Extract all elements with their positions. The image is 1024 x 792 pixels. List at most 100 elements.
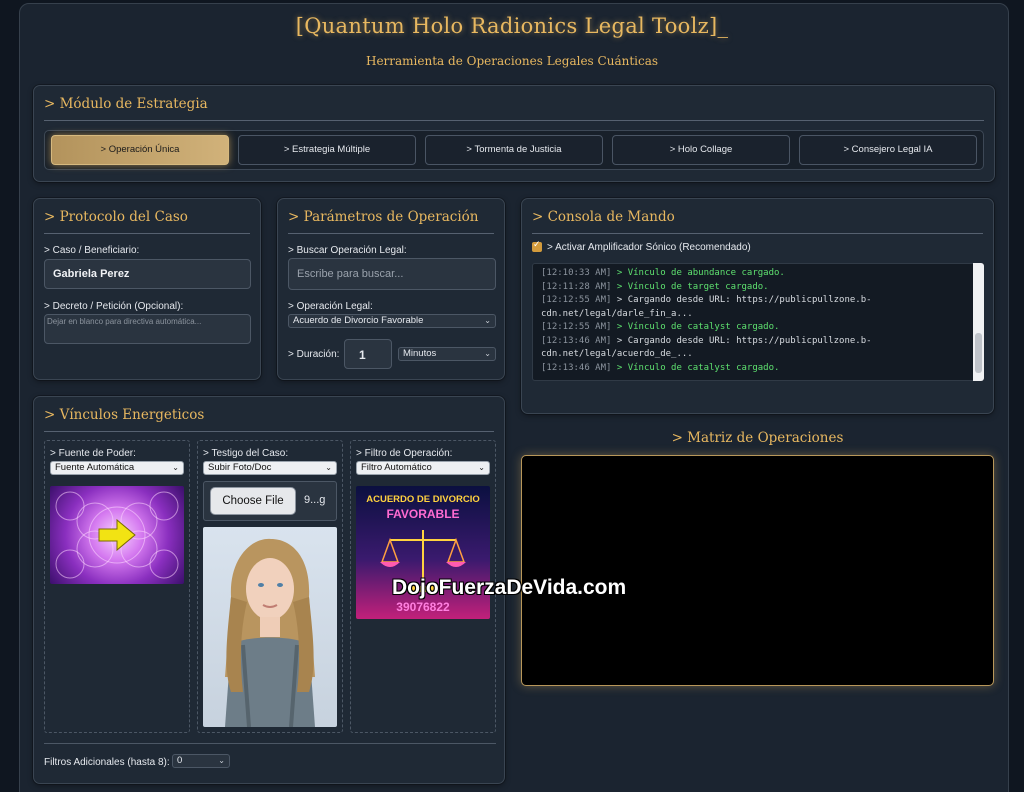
operation-params-title: > Parámetros de Operación	[288, 209, 479, 225]
beneficiary-input[interactable]: Gabriela Perez	[44, 259, 251, 289]
filter-card-subtitle: FAVORABLE	[386, 507, 460, 521]
witness-value: Subir Foto/Doc	[208, 462, 272, 473]
scrollbar-thumb[interactable]	[975, 333, 982, 373]
console-timestamp: [12:13:46 AM]	[541, 335, 612, 346]
search-operation-placeholder: Escribe para buscar...	[297, 268, 404, 280]
power-source-select[interactable]: Fuente Automática ⌄	[50, 461, 184, 475]
console-timestamp: [12:10:33 AM]	[541, 268, 612, 278]
search-operation-label: > Buscar Operación Legal:	[288, 245, 407, 256]
console-message: > Vínculo de target cargado.	[616, 281, 769, 292]
decree-placeholder: Dejar en blanco para directiva automátic…	[47, 317, 202, 326]
console-panel: > Consola de Mando ✓ > Activar Amplifica…	[521, 198, 994, 414]
witness-label: > Testigo del Caso:	[203, 448, 289, 459]
file-picker: Choose File 9...g	[203, 481, 337, 521]
filter-card-title: ACUERDO DE DIVORCIO	[366, 494, 480, 505]
console-timestamp: [12:12:55 AM]	[541, 295, 612, 305]
page-title: [Quantum Holo Radionics Legal Toolz]_	[295, 14, 729, 38]
amplifier-label[interactable]: > Activar Amplificador Sónico (Recomenda…	[547, 242, 751, 253]
extra-filters-label: Filtros Adicionales (hasta 8):	[44, 757, 170, 768]
operation-select-value: Acuerdo de Divorcio Favorable	[293, 315, 424, 326]
extra-filters-select[interactable]: 0 ⌄	[172, 754, 230, 768]
portrait-image	[225, 538, 315, 727]
console-divider	[532, 233, 983, 234]
console-message: > Vínculo de catalyst cargado.	[616, 362, 780, 373]
choose-file-button[interactable]: Choose File	[210, 487, 296, 515]
search-operation-input[interactable]: Escribe para buscar...	[288, 258, 496, 290]
filter-select[interactable]: Filtro Automático ⌄	[356, 461, 490, 475]
bonds-bottom-divider	[44, 743, 496, 744]
filter-label: > Filtro de Operación:	[356, 448, 453, 459]
console-line: cdn.net/legal/darle_fin_a...	[541, 309, 693, 319]
console-line: [12:12:55 AM] > Cargando desde URL: http…	[541, 295, 872, 305]
power-source-label: > Fuente de Poder:	[50, 448, 136, 459]
duration-unit-value: Minutos	[403, 348, 437, 359]
strategy-module-panel: > Módulo de Estrategia > Operación Única…	[33, 85, 995, 182]
filter-value: Filtro Automático	[361, 462, 432, 473]
operation-matrix-canvas[interactable]	[521, 455, 994, 686]
chevron-down-icon: ⌄	[218, 756, 225, 765]
console-line: [12:11:28 AM] > Vínculo de target cargad…	[541, 282, 769, 292]
power-source-column	[44, 440, 190, 733]
file-name: 9...g	[304, 494, 326, 506]
chevron-down-icon: ⌄	[478, 463, 485, 472]
decree-label: > Decreto / Petición (Opcional):	[44, 301, 184, 312]
duration-input[interactable]: 1	[344, 339, 392, 369]
check-icon: ✓	[533, 239, 541, 249]
console-line: [12:13:46 AM] > Vínculo de catalyst carg…	[541, 363, 779, 373]
strategy-tab-bar: > Operación Única > Estrategia Múltiple …	[44, 130, 984, 170]
witness-photo	[203, 527, 337, 727]
strategy-module-title: > Módulo de Estrategia	[44, 96, 208, 112]
console-line: [12:13:46 AM] > Cargando desde URL: http…	[541, 336, 872, 346]
case-protocol-panel: > Protocolo del Caso > Caso / Beneficiar…	[33, 198, 261, 380]
tab-operacion-unica[interactable]: > Operación Única	[51, 135, 229, 165]
energetic-bonds-title: > Vínculos Energeticos	[44, 407, 205, 423]
beneficiary-label: > Caso / Beneficiario:	[44, 245, 140, 256]
console-message: cdn.net/legal/acuerdo_de_...	[541, 349, 693, 359]
power-source-image	[50, 486, 184, 584]
tab-tormenta-justicia[interactable]: > Tormenta de Justicia	[425, 135, 603, 165]
power-source-value: Fuente Automática	[55, 462, 135, 473]
console-timestamp: [12:12:55 AM]	[541, 322, 612, 332]
operation-params-panel: > Parámetros de Operación > Buscar Opera…	[277, 198, 505, 380]
console-message: > Cargando desde URL: https://publicpull…	[616, 335, 872, 346]
duration-label: > Duración:	[288, 349, 340, 360]
case-divider	[44, 233, 250, 234]
console-timestamp: [12:13:46 AM]	[541, 362, 612, 373]
filter-card-number: 39076822	[396, 600, 450, 614]
console-message: > Cargando desde URL: https://publicpull…	[616, 295, 872, 305]
decree-textarea[interactable]: Dejar en blanco para directiva automátic…	[44, 314, 251, 344]
strategy-divider	[44, 120, 984, 121]
console-title: > Consola de Mando	[532, 209, 675, 225]
chevron-down-icon: ⌄	[172, 463, 179, 472]
tab-estrategia-multiple[interactable]: > Estrategia Múltiple	[238, 135, 416, 165]
tab-consejero-legal[interactable]: > Consejero Legal IA	[799, 135, 977, 165]
page-subtitle: Herramienta de Operaciones Legales Cuánt…	[365, 54, 659, 68]
console-line: [12:12:55 AM] > Vínculo de catalyst carg…	[541, 322, 779, 332]
console-message: > Vínculo de catalyst cargado.	[616, 322, 780, 332]
extra-filters-value: 0	[177, 755, 183, 766]
duration-value: 1	[359, 348, 366, 362]
tab-holo-collage[interactable]: > Holo Collage	[612, 135, 790, 165]
console-message: > Vínculo de abundance cargado.	[616, 268, 785, 278]
console-message: cdn.net/legal/darle_fin_a...	[541, 308, 693, 319]
watermark: DojoFuerzaDeVida.com	[392, 576, 627, 599]
console-line: [12:10:33 AM] > Vínculo de abundance car…	[541, 268, 785, 278]
witness-select[interactable]: Subir Foto/Doc ⌄	[203, 461, 337, 475]
arrow-right-icon	[98, 518, 136, 552]
console-log[interactable]: [12:10:33 AM] > Vínculo de abundance car…	[532, 263, 984, 381]
amplifier-checkbox[interactable]: ✓	[532, 239, 542, 252]
beneficiary-value: Gabriela Perez	[53, 268, 130, 280]
console-line: cdn.net/legal/acuerdo_de_...	[541, 349, 693, 359]
case-protocol-title: > Protocolo del Caso	[44, 209, 188, 225]
bonds-divider	[44, 431, 494, 432]
duration-unit-select[interactable]: Minutos ⌄	[398, 347, 496, 361]
chevron-down-icon: ⌄	[484, 316, 491, 325]
console-timestamp: [12:11:28 AM]	[541, 281, 612, 292]
chevron-down-icon: ⌄	[484, 349, 491, 358]
chevron-down-icon: ⌄	[325, 463, 332, 472]
console-scrollbar[interactable]	[973, 263, 984, 381]
matrix-title: > Matriz de Operaciones	[671, 430, 844, 446]
operation-divider	[288, 233, 494, 234]
operation-select[interactable]: Acuerdo de Divorcio Favorable ⌄	[288, 314, 496, 328]
operation-label: > Operación Legal:	[288, 301, 373, 312]
